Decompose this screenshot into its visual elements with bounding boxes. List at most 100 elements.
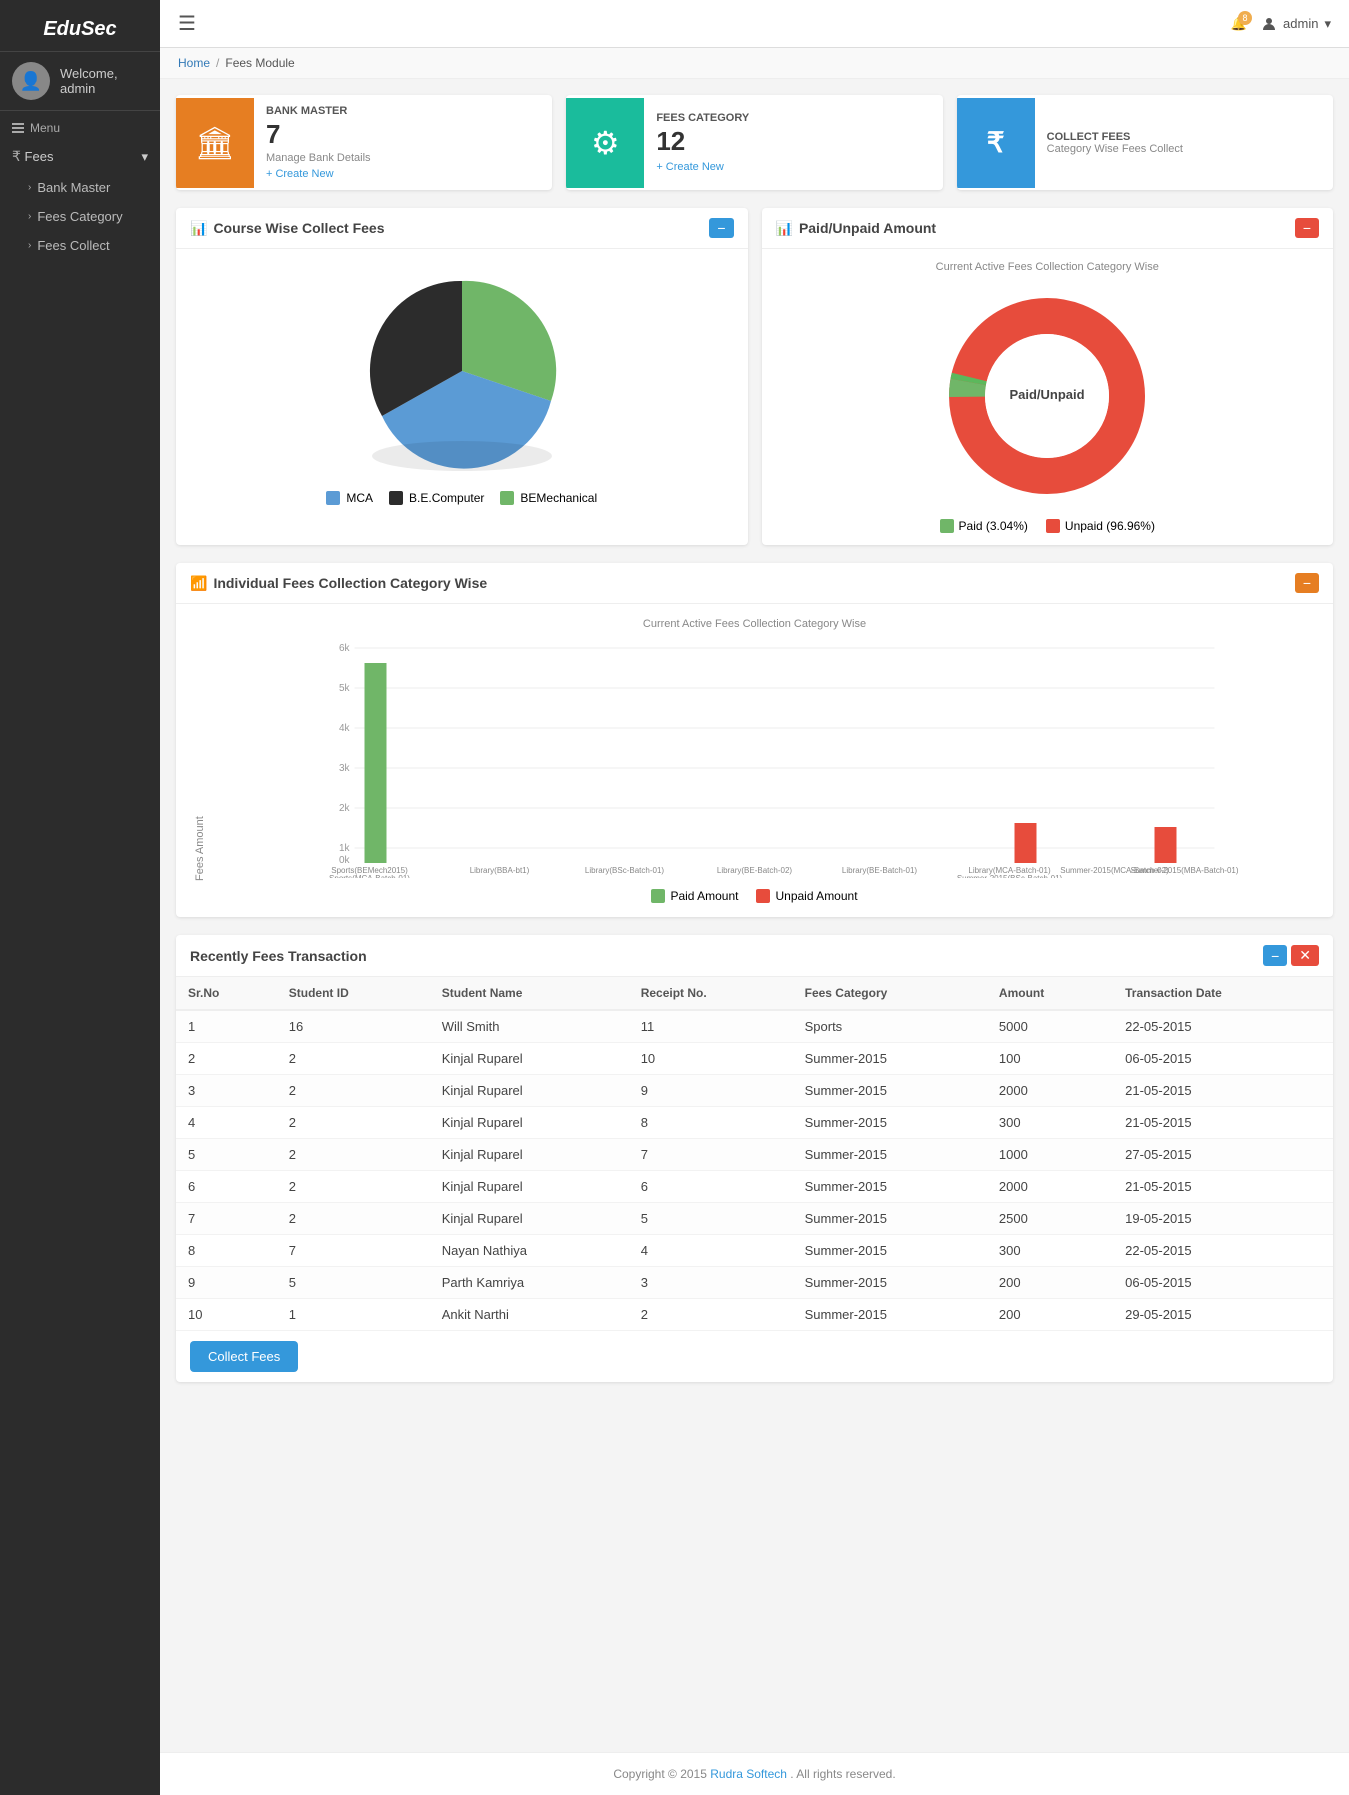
bank-icon: 🏛 [195, 124, 236, 162]
table-cell: 3 [629, 1267, 793, 1299]
chevron-icon: ▾ [141, 149, 148, 165]
sidebar-item-fees-collect[interactable]: › Fees Collect [0, 231, 160, 260]
table-cell: Kinjal Ruparel [430, 1139, 629, 1171]
svg-text:Sports(MCA-Batch-01): Sports(MCA-Batch-01) [329, 874, 410, 878]
app-logo: EduSec [0, 0, 160, 51]
user-menu[interactable]: admin ▾ [1261, 16, 1331, 32]
table-cell: 2500 [987, 1203, 1113, 1235]
legend-label-paid: Paid Amount [670, 889, 738, 903]
table-row: 72Kinjal Ruparel5Summer-2015250019-05-20… [176, 1203, 1333, 1235]
col-header-student-id: Student ID [277, 977, 430, 1010]
pie-chart-container [188, 261, 736, 481]
svg-text:Summer-2015(MBA-Batch-01): Summer-2015(MBA-Batch-01) [1130, 866, 1238, 875]
table-cell: Kinjal Ruparel [430, 1107, 629, 1139]
page-body: 🏛 BANK MASTER 7 Manage Bank Details +Cre… [160, 79, 1349, 1752]
table-cell: Summer-2015 [793, 1139, 987, 1171]
table-cell: 21-05-2015 [1113, 1107, 1333, 1139]
sidebar-item-label: Fees Collect [37, 238, 109, 253]
table-cell: 4 [629, 1235, 793, 1267]
sidebar-fees-section[interactable]: ₹ Fees ▾ [0, 140, 160, 173]
table-cell: Summer-2015 [793, 1043, 987, 1075]
table-cell: 21-05-2015 [1113, 1075, 1333, 1107]
svg-text:Paid/Unpaid: Paid/Unpaid [1010, 387, 1085, 402]
table-cell: 7 [277, 1235, 430, 1267]
table-cell: 3 [176, 1075, 277, 1107]
table-panel-header: Recently Fees Transaction − ✕ [176, 935, 1333, 977]
footer: Copyright © 2015 Rudra Softech . All rig… [160, 1752, 1349, 1795]
legend-item-becomputer: B.E.Computer [389, 491, 484, 505]
plus-icon: + [266, 168, 272, 180]
table-cell: 200 [987, 1267, 1113, 1299]
chart-icon: 📊 [190, 220, 207, 237]
bar-paid-sports-bemech [365, 663, 387, 863]
svg-text:0k: 0k [339, 855, 351, 866]
bar-chart-minimize-button[interactable]: − [1295, 573, 1319, 593]
transaction-table: Sr.No Student ID Student Name Receipt No… [176, 977, 1333, 1331]
table-cell: Ankit Narthi [430, 1299, 629, 1331]
breadcrumb-current: Fees Module [225, 56, 294, 70]
col-header-fees-category: Fees Category [793, 977, 987, 1010]
pie-chart-title: 📊 Course Wise Collect Fees [190, 220, 384, 237]
bar-chart-body: Current Active Fees Collection Category … [176, 604, 1333, 917]
legend-item-paid: Paid (3.04%) [940, 519, 1028, 533]
col-header-receipt-no: Receipt No. [629, 977, 793, 1010]
svg-text:Summer-2015(BSc-Batch-01): Summer-2015(BSc-Batch-01) [957, 874, 1063, 878]
collect-fees-button-container: Collect Fees [176, 1331, 1333, 1382]
legend-item-unpaid: Unpaid (96.96%) [1046, 519, 1155, 533]
table-cell: Will Smith [430, 1010, 629, 1043]
table-cell: 21-05-2015 [1113, 1171, 1333, 1203]
bell-button[interactable]: 🔔 8 [1231, 16, 1247, 32]
table-cell: Sports [793, 1010, 987, 1043]
collect-fees-title: COLLECT FEES [1047, 131, 1183, 143]
bullet-icon: › [28, 240, 31, 251]
donut-chart-header: 📊 Paid/Unpaid Amount − [762, 208, 1334, 249]
footer-link[interactable]: Rudra Softech [710, 1767, 787, 1781]
bar-chart-icon: 📶 [190, 575, 207, 592]
table-cell: 1000 [987, 1139, 1113, 1171]
legend-label-unpaid: Unpaid (96.96%) [1065, 519, 1155, 533]
table-minimize-button[interactable]: − [1263, 945, 1287, 966]
pie-chart-svg [352, 271, 572, 471]
bar-chart-panel: 📶 Individual Fees Collection Category Wi… [176, 563, 1333, 917]
collect-fees-button[interactable]: Collect Fees [190, 1341, 298, 1372]
svg-text:Library(BSc-Batch-01): Library(BSc-Batch-01) [585, 866, 664, 875]
table-cell: 2 [277, 1043, 430, 1075]
table-cell: 2 [176, 1043, 277, 1075]
table-cell: 29-05-2015 [1113, 1299, 1333, 1331]
table-cell: 06-05-2015 [1113, 1267, 1333, 1299]
table-cell: Summer-2015 [793, 1171, 987, 1203]
charts-row: 📊 Course Wise Collect Fees − [176, 208, 1333, 545]
sidebar-item-label: Fees Category [37, 209, 122, 224]
transaction-table-panel: Recently Fees Transaction − ✕ Sr.No Stud… [176, 935, 1333, 1382]
avatar: 👤 [12, 62, 50, 100]
fees-category-create-link[interactable]: +Create New [656, 161, 749, 173]
sidebar-item-fees-category[interactable]: › Fees Category [0, 202, 160, 231]
table-cell: Kinjal Ruparel [430, 1171, 629, 1203]
fees-category-card: ⚙ FEES CATEGORY 12 +Create New [566, 95, 942, 190]
breadcrumb-home[interactable]: Home [178, 56, 210, 70]
gear-icon: ⚙ [591, 124, 620, 162]
fees-category-title: FEES CATEGORY [656, 112, 749, 124]
sidebar: EduSec 👤 Welcome, admin Menu ₹ Fees ▾ › … [0, 0, 160, 1795]
bank-master-create-link[interactable]: +Create New [266, 168, 371, 180]
pie-chart-minimize-button[interactable]: − [709, 218, 733, 238]
sidebar-fees-label: Fees [25, 149, 54, 164]
fees-category-count: 12 [656, 126, 749, 157]
table-cell: Summer-2015 [793, 1299, 987, 1331]
sidebar-item-bank-master[interactable]: › Bank Master [0, 173, 160, 202]
donut-chart-minimize-button[interactable]: − [1295, 218, 1319, 238]
topnav-right: 🔔 8 admin ▾ [1231, 16, 1331, 32]
hamburger-icon[interactable]: ☰ [178, 11, 196, 36]
table-close-button[interactable]: ✕ [1291, 945, 1319, 966]
bar-chart-inner: 6k 5k 4k 3k 2k 1k 0k [210, 638, 1319, 881]
table-cell: Kinjal Ruparel [430, 1043, 629, 1075]
table-cell: 10 [629, 1043, 793, 1075]
rupee-icon: ₹ [987, 126, 1005, 159]
table-cell: Summer-2015 [793, 1075, 987, 1107]
table-cell: Summer-2015 [793, 1267, 987, 1299]
fees-category-icon-box: ⚙ [566, 98, 644, 188]
table-cell: Kinjal Ruparel [430, 1203, 629, 1235]
table-panel-title: Recently Fees Transaction [190, 948, 367, 964]
table-cell: 200 [987, 1299, 1113, 1331]
topnav: ☰ 🔔 8 admin ▾ [160, 0, 1349, 48]
